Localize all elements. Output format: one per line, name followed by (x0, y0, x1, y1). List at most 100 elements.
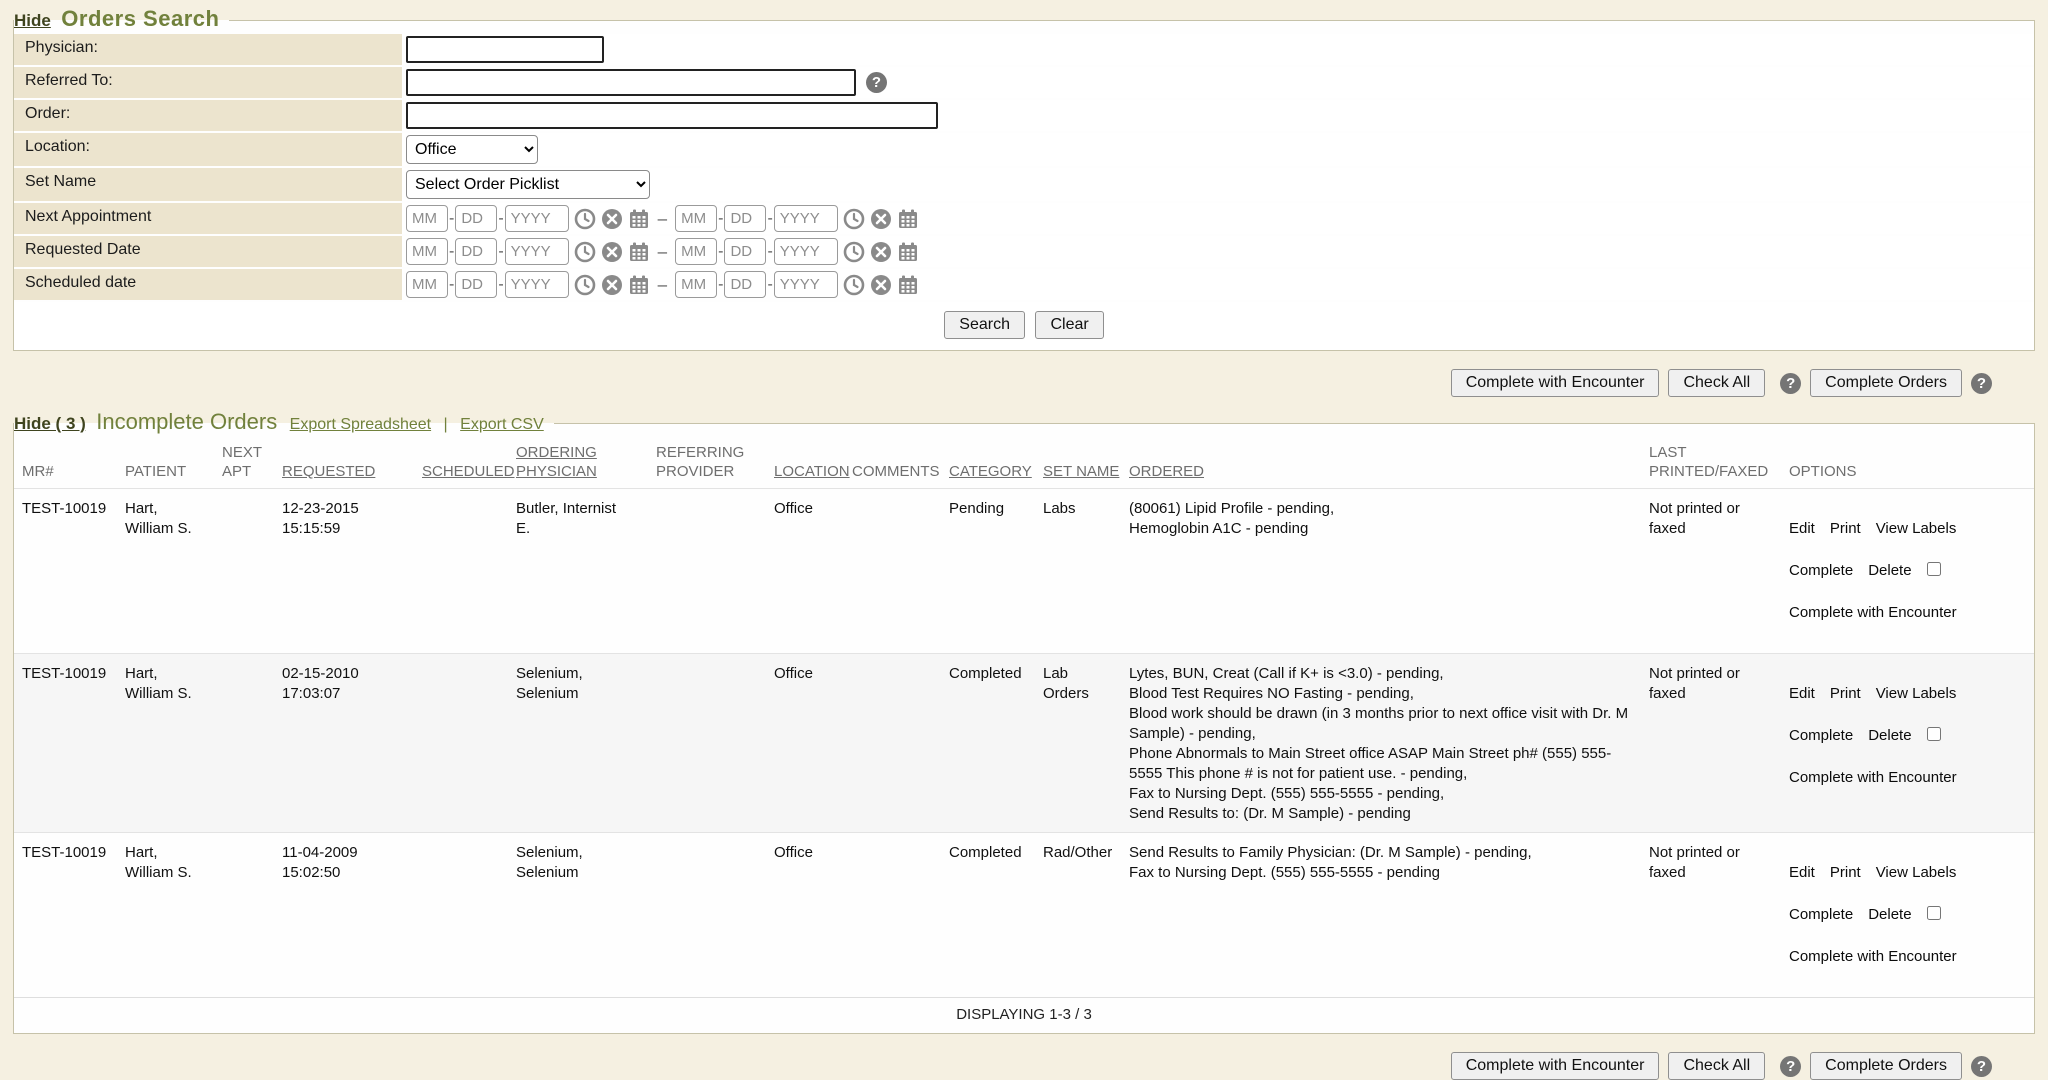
requested-to-year-input[interactable] (774, 238, 838, 265)
complete-with-encounter-link[interactable]: Complete with Encounter (1789, 769, 1957, 786)
cell-options: Edit Print View Labels Complete Delete Comp… (1781, 833, 2034, 998)
physician-input[interactable] (406, 36, 604, 63)
help-icon[interactable]: ? (1971, 373, 1992, 394)
print-link[interactable]: Print (1830, 520, 1861, 537)
requested-to-day-input[interactable] (724, 238, 766, 265)
complete-orders-button[interactable]: Complete Orders (1810, 369, 1962, 397)
cell-next-apt (214, 833, 274, 998)
column-header-ordered[interactable]: ORDERED (1121, 437, 1641, 489)
clock-icon[interactable] (574, 241, 596, 263)
calendar-icon[interactable] (897, 274, 919, 296)
view-labels-link[interactable]: View Labels (1876, 520, 1957, 537)
displaying-count: DISPLAYING 1-3 / 3 (14, 998, 2034, 1034)
column-header-referring-provider: REFERRINGPROVIDER (648, 437, 766, 489)
cell-last-printed: Not printed or faxed (1641, 833, 1781, 998)
scheduled-from-month-input[interactable] (406, 271, 448, 298)
set-name-select[interactable]: Select Order Picklist (406, 170, 650, 199)
referred-to-input[interactable] (406, 69, 856, 96)
requested-to-month-input[interactable] (675, 238, 717, 265)
search-button[interactable]: Search (944, 311, 1025, 339)
clock-icon[interactable] (843, 208, 865, 230)
clock-icon[interactable] (574, 208, 596, 230)
column-header-requested[interactable]: REQUESTED (274, 437, 414, 489)
clear-date-icon[interactable] (870, 241, 892, 263)
complete-link[interactable]: Complete (1789, 727, 1853, 744)
scheduled-to-day-input[interactable] (724, 271, 766, 298)
clear-date-icon[interactable] (870, 274, 892, 296)
clear-date-icon[interactable] (601, 208, 623, 230)
location-select[interactable]: Office (406, 135, 538, 164)
help-icon[interactable]: ? (1780, 373, 1801, 394)
requested-from-day-input[interactable] (455, 238, 497, 265)
cell-requested: 11-04-2009 15:02:50 (274, 833, 414, 998)
column-header-ordering-physician[interactable]: ORDERINGPHYSICIAN (508, 437, 648, 489)
next-apt-to-year-input[interactable] (774, 205, 838, 232)
clock-icon[interactable] (843, 274, 865, 296)
cell-category: Completed (941, 654, 1035, 833)
cell-mr: TEST-10019 (14, 654, 117, 833)
next-apt-to-month-input[interactable] (675, 205, 717, 232)
hide-search-link[interactable]: Hide (14, 11, 51, 30)
clear-date-icon[interactable] (870, 208, 892, 230)
next-apt-from-day-input[interactable] (455, 205, 497, 232)
calendar-icon[interactable] (897, 241, 919, 263)
view-labels-link[interactable]: View Labels (1876, 685, 1957, 702)
next-apt-to-day-input[interactable] (724, 205, 766, 232)
calendar-icon[interactable] (628, 274, 650, 296)
edit-link[interactable]: Edit (1789, 520, 1815, 537)
help-icon[interactable]: ? (1780, 1056, 1801, 1077)
requested-from-month-input[interactable] (406, 238, 448, 265)
print-link[interactable]: Print (1830, 864, 1861, 881)
order-select-checkbox[interactable] (1927, 906, 1941, 920)
edit-link[interactable]: Edit (1789, 864, 1815, 881)
complete-link[interactable]: Complete (1789, 906, 1853, 923)
clock-icon[interactable] (574, 274, 596, 296)
next-apt-from-month-input[interactable] (406, 205, 448, 232)
order-select-checkbox[interactable] (1927, 727, 1941, 741)
calendar-icon[interactable] (628, 241, 650, 263)
cell-set-name: Labs (1035, 489, 1121, 654)
scheduled-to-month-input[interactable] (675, 271, 717, 298)
edit-link[interactable]: Edit (1789, 685, 1815, 702)
clear-date-icon[interactable] (601, 241, 623, 263)
check-all-button[interactable]: Check All (1668, 1052, 1765, 1080)
calendar-icon[interactable] (628, 208, 650, 230)
scheduled-from-year-input[interactable] (505, 271, 569, 298)
referred-to-help-icon[interactable]: ? (866, 72, 887, 93)
complete-link[interactable]: Complete (1789, 562, 1853, 579)
check-all-button[interactable]: Check All (1668, 369, 1765, 397)
calendar-icon[interactable] (897, 208, 919, 230)
export-csv-link[interactable]: Export CSV (460, 416, 544, 433)
print-link[interactable]: Print (1830, 685, 1861, 702)
complete-with-encounter-link[interactable]: Complete with Encounter (1789, 948, 1957, 965)
requested-from-year-input[interactable] (505, 238, 569, 265)
order-input[interactable] (406, 102, 938, 129)
column-header-set-name[interactable]: SET NAME (1035, 437, 1121, 489)
delete-link[interactable]: Delete (1868, 906, 1911, 923)
delete-link[interactable]: Delete (1868, 562, 1911, 579)
column-header-patient: PATIENT (117, 437, 214, 489)
hide-orders-link[interactable]: Hide ( 3 ) (14, 414, 86, 433)
scheduled-from-day-input[interactable] (455, 271, 497, 298)
requested-date-label: Requested Date (14, 236, 402, 267)
help-icon[interactable]: ? (1971, 1056, 1992, 1077)
delete-link[interactable]: Delete (1868, 727, 1911, 744)
column-header-location[interactable]: LOCATION (766, 437, 844, 489)
complete-with-encounter-button[interactable]: Complete with Encounter (1451, 369, 1660, 397)
order-select-checkbox[interactable] (1927, 562, 1941, 576)
complete-with-encounter-button[interactable]: Complete with Encounter (1451, 1052, 1660, 1080)
column-header-category[interactable]: CATEGORY (941, 437, 1035, 489)
scheduled-to-year-input[interactable] (774, 271, 838, 298)
view-labels-link[interactable]: View Labels (1876, 864, 1957, 881)
complete-with-encounter-link[interactable]: Complete with Encounter (1789, 604, 1957, 621)
cell-last-printed: Not printed or faxed (1641, 489, 1781, 654)
clear-date-icon[interactable] (601, 274, 623, 296)
clock-icon[interactable] (843, 241, 865, 263)
cell-comments (844, 489, 941, 654)
column-header-scheduled[interactable]: SCHEDULED (414, 437, 508, 489)
export-spreadsheet-link[interactable]: Export Spreadsheet (290, 416, 431, 433)
clear-button[interactable]: Clear (1035, 311, 1103, 339)
next-apt-from-year-input[interactable] (505, 205, 569, 232)
date-separator: - (718, 210, 723, 228)
complete-orders-button[interactable]: Complete Orders (1810, 1052, 1962, 1080)
